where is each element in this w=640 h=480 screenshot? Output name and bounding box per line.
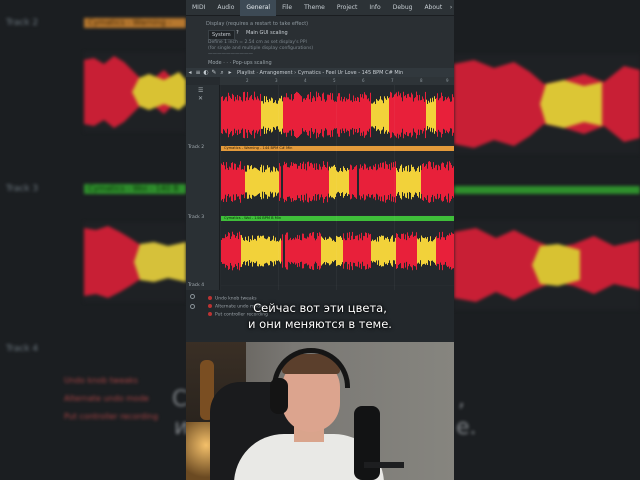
- ruler-mark: 7: [391, 78, 394, 83]
- ruler-mark: 4: [304, 78, 307, 83]
- bg-option-1: Undo knob tweaks: [64, 376, 138, 385]
- zoom-icon[interactable]: ⌕: [218, 69, 226, 77]
- track-2-waveform[interactable]: [221, 157, 454, 207]
- ruler-mark: 2: [246, 78, 249, 83]
- bg-waveform-3: [454, 54, 640, 154]
- mode-row: Mode · · · Pop-ups scaling: [208, 60, 272, 66]
- bg-green-clip-bar: [454, 186, 640, 194]
- tab-midi[interactable]: MIDI: [186, 0, 211, 16]
- main-video-column: MIDI Audio General File Theme Project In…: [186, 0, 454, 480]
- bg-waveform-2: [84, 222, 186, 302]
- tab-debug[interactable]: Debug: [387, 0, 419, 16]
- video-subtitle: Сейчас вот эти цвета, и они меняются в т…: [186, 300, 454, 332]
- tab-info[interactable]: Info: [363, 0, 386, 16]
- track-menu-icon[interactable]: ☰: [198, 87, 203, 94]
- tab-about[interactable]: About: [418, 0, 448, 16]
- bg-clip-woi: Cymatics - Woi - 140 B: [84, 184, 186, 194]
- ruler-mark: 8: [420, 78, 423, 83]
- settings-info-line-3: ——————————: [208, 52, 253, 57]
- tab-project[interactable]: Project: [331, 0, 364, 16]
- ruler-mark: 9: [446, 78, 449, 83]
- tabs-next-arrow-icon[interactable]: ›: [448, 4, 454, 11]
- track-4-label[interactable]: Track 4: [188, 283, 204, 288]
- settings-info-line-2: (for single and multiple display configu…: [208, 46, 314, 51]
- bg-subtitle-fragment-3: ,: [458, 387, 465, 412]
- menu-icon[interactable]: ≡: [194, 69, 202, 76]
- display-section-header: Display (requires a restart to take effe…: [206, 21, 309, 27]
- track-1-waveform[interactable]: [221, 87, 454, 143]
- bg-option-3: Put controller recording: [64, 412, 159, 421]
- tab-file[interactable]: File: [276, 0, 298, 16]
- playlist-toolbar: ◂ ≡ ◐ ✎ ⌕ ▸ Playlist · Arrangement › Cym…: [186, 68, 454, 77]
- webcam-overlay: [186, 342, 454, 480]
- scaling-help-icon[interactable]: ?: [236, 30, 239, 36]
- timeline-ruler[interactable]: 2 3 4 5 6 7 8 9: [220, 77, 454, 85]
- ruler-mark: 3: [275, 78, 278, 83]
- back-icon[interactable]: ◂: [186, 69, 194, 76]
- subtitle-line-2: и они меняются в теме.: [248, 317, 392, 331]
- background-left-panel: Track 2 Cymatics - Warning - Track 3 Cym…: [0, 0, 186, 480]
- bg-subtitle-fragment-2: и: [174, 415, 186, 440]
- bg-track-3-label: Track 3: [6, 184, 39, 194]
- playlist-breadcrumb: Playlist · Arrangement › Cymatics - Feel…: [237, 69, 404, 76]
- bg-subtitle-fragment-1: С: [172, 387, 186, 412]
- bg-subtitle-fragment-4: e.: [456, 415, 477, 440]
- ruler-mark: 5: [333, 78, 336, 83]
- main-gui-scaling-option[interactable]: Main GUI scaling: [246, 30, 288, 36]
- track-close-icon[interactable]: ✕: [198, 95, 203, 102]
- scaling-dropdown[interactable]: System: [208, 30, 235, 40]
- snap-icon[interactable]: ◐: [202, 69, 210, 76]
- pencil-icon[interactable]: ✎: [210, 69, 218, 76]
- settings-tab-bar: MIDI Audio General File Theme Project In…: [186, 0, 454, 16]
- screen: Track 2 Cymatics - Warning - Track 3 Cym…: [0, 0, 640, 480]
- ruler-mark: 6: [362, 78, 365, 83]
- bg-option-2: Alternate undo mode: [64, 394, 149, 403]
- tab-audio[interactable]: Audio: [211, 0, 240, 16]
- subtitle-line-1: Сейчас вот эти цвета,: [253, 301, 387, 315]
- display-settings-panel: Display (requires a restart to take effe…: [186, 16, 454, 68]
- tab-general[interactable]: General: [240, 0, 277, 16]
- background-right-panel: , e.: [454, 0, 640, 480]
- bg-track-4-label: Track 4: [6, 344, 39, 354]
- radio-icon[interactable]: [190, 294, 195, 299]
- track-3-label[interactable]: Track 3: [188, 215, 204, 220]
- microphone-icon: [354, 406, 380, 480]
- play-icon[interactable]: ▸: [226, 69, 234, 76]
- bg-clip-warning: Cymatics - Warning -: [84, 18, 186, 28]
- settings-info-line-1: Define 1 inch = 2.54 cm as set display's…: [208, 40, 307, 45]
- bg-waveform-4: [454, 220, 640, 310]
- track-3-waveform[interactable]: [221, 228, 454, 274]
- bg-track-2-label: Track 2: [6, 18, 39, 28]
- track-2-label[interactable]: Track 2: [188, 145, 204, 150]
- bg-waveform-1: [84, 52, 186, 132]
- tab-theme[interactable]: Theme: [298, 0, 331, 16]
